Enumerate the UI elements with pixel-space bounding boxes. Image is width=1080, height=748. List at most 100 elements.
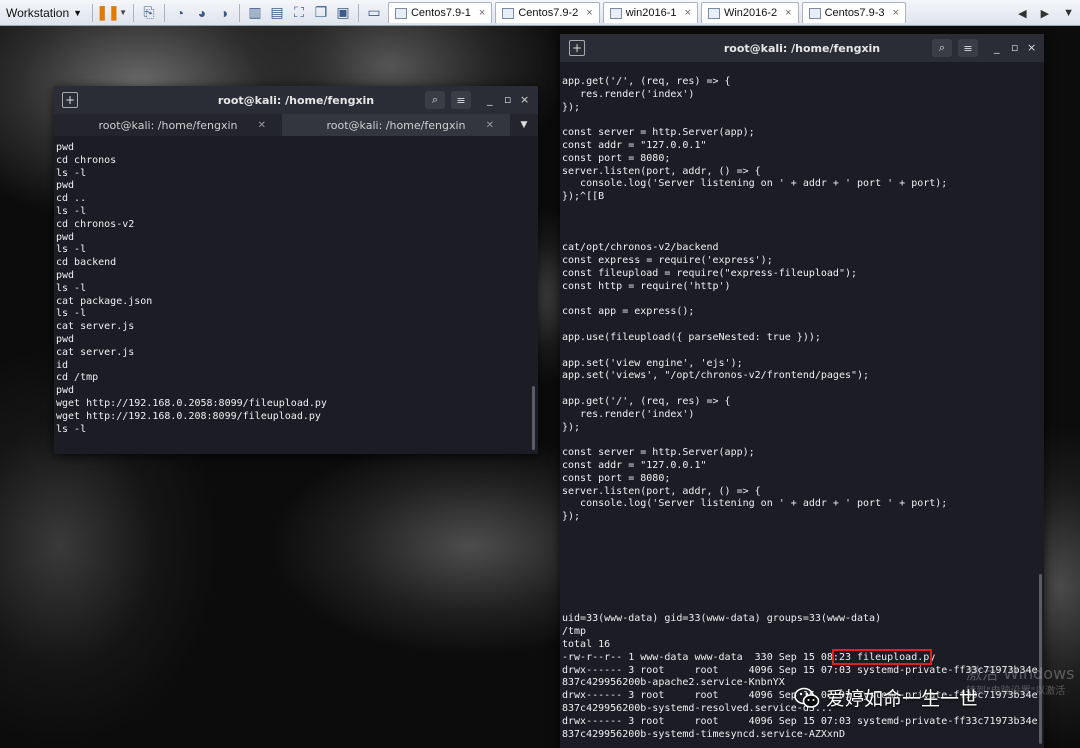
terminal-line: const server = http.Server(app); — [562, 447, 755, 459]
terminal-line: wget http://192.168.0.208:8099/fileuploa… — [56, 410, 321, 422]
close-icon[interactable]: × — [785, 7, 791, 19]
terminal-line: ls -l — [56, 205, 87, 217]
vm-icon — [502, 7, 515, 19]
sidebar-toggle-icon[interactable]: ▥ — [244, 3, 266, 23]
scroll-left-icon[interactable]: ◀ — [1018, 7, 1026, 20]
snapshot-icon[interactable]: ◔ — [169, 3, 191, 23]
wechat-account-name: 爱婷如命一生一世 — [826, 688, 979, 710]
right-terminal-window: + root@kali: /home/fengxin ⌕ ≡ _ ▫ × app… — [560, 34, 1044, 748]
terminal-line: pwd — [56, 333, 75, 345]
tab-terminal-1[interactable]: root@kali: /home/fengxin ✕ — [54, 114, 282, 136]
toolbar-separator — [238, 3, 240, 22]
close-icon[interactable]: × — [1027, 41, 1036, 54]
terminal-line: const express = require('express'); — [562, 255, 773, 267]
tab-terminal-2[interactable]: root@kali: /home/fengxin ✕ — [282, 114, 510, 136]
search-icon[interactable]: ⌕ — [932, 39, 952, 57]
terminal-line: app.set('views', "/opt/chronos-v2/fronte… — [562, 370, 870, 382]
send-keys-icon[interactable]: ⎘ — [138, 3, 160, 23]
vm-icon — [394, 7, 407, 19]
vm-tab-centos7-9-1[interactable]: Centos7.9-1 × — [387, 2, 493, 23]
scrollbar[interactable] — [532, 386, 535, 450]
wechat-icon — [794, 687, 820, 708]
terminal-line: id — [56, 359, 69, 371]
tab-navigation: ◀ ▶ ▼ — [1018, 0, 1074, 26]
terminal-output[interactable]: pwd cd chronos ls -l pwd cd .. ls -l cd chrono… — [56, 142, 532, 450]
vm-tab-label: Centos7.9-3 — [824, 7, 885, 19]
terminal-line: cd chronos — [56, 154, 117, 166]
terminal-line: app.use(fileupload({ parseNested: true }… — [562, 331, 821, 343]
terminal-line: console.log('Server listening on ' + add… — [562, 498, 948, 510]
new-tab-icon[interactable]: + — [569, 40, 585, 56]
vm-tab-centos7-9-2[interactable]: Centos7.9-2 × — [495, 2, 600, 23]
vm-tab-centos7-9-3[interactable]: Centos7.9-3 × — [801, 2, 906, 23]
terminal-line: });^[[B — [562, 191, 605, 203]
terminal-line: wget http://192.168.0.2058:8099/fileuplo… — [56, 397, 327, 409]
terminal-line: cd backend — [56, 257, 117, 269]
left-terminal-titlebar[interactable]: + root@kali: /home/fengxin ⌕ ≡ _ ▫ × — [54, 86, 538, 114]
terminal-line: cat server.js — [56, 346, 135, 358]
maximize-icon[interactable]: ▫ — [504, 93, 511, 106]
close-icon[interactable]: × — [893, 7, 899, 19]
thumbnail-bar-icon[interactable]: ▤ — [266, 3, 288, 23]
wechat-watermark: 爱婷如命一生一世 — [794, 684, 978, 711]
right-terminal-titlebar[interactable]: + root@kali: /home/fengxin ⌕ ≡ _ ▫ × — [560, 34, 1044, 62]
revert-snapshot-icon[interactable]: ◕ — [191, 3, 213, 23]
windows-activation-hint: 转到"电脑设置"以激活 — [966, 686, 1066, 697]
vm-tab-win2016-1[interactable]: win2016-1 × — [602, 2, 698, 23]
terminal-tab-bar: root@kali: /home/fengxin ✕ root@kali: /h… — [54, 114, 538, 136]
console-view-icon[interactable]: ▣ — [332, 3, 354, 23]
terminal-line: ls -l — [56, 282, 87, 294]
close-icon[interactable]: × — [685, 7, 691, 19]
new-tab-icon[interactable]: + — [62, 92, 78, 108]
tab-dropdown-icon[interactable]: ▼ — [510, 114, 538, 136]
terminal-line: const http = require('http') — [562, 280, 731, 292]
terminal-line: console.log('Server listening on ' + add… — [562, 178, 948, 190]
tab-list-chevron-icon[interactable]: ▼ — [1063, 7, 1074, 19]
search-icon[interactable]: ⌕ — [425, 91, 445, 109]
vm-tab-label: Centos7.9-2 — [518, 7, 579, 19]
minimize-icon[interactable]: _ — [994, 41, 1000, 54]
unity-icon[interactable]: ❐ — [310, 3, 332, 23]
workstation-menu[interactable]: Workstation ▼ — [0, 0, 88, 25]
terminal-line: const fileupload = require("express-file… — [562, 267, 858, 279]
close-icon[interactable]: ✕ — [486, 120, 494, 131]
close-icon[interactable]: ✕ — [258, 120, 266, 131]
workstation-menu-label: Workstation — [6, 5, 70, 20]
terminal-line: server.listen(port, addr, () => { — [562, 485, 761, 497]
terminal-line: app.set('view engine', 'ejs'); — [562, 357, 743, 369]
chevron-down-icon[interactable]: ▼ — [119, 8, 127, 17]
vm-tab-win2016-2[interactable]: Win2016-2 × — [700, 2, 799, 23]
close-icon[interactable]: × — [520, 93, 529, 106]
scrollbar[interactable] — [1039, 574, 1042, 744]
chevron-down-icon: ▼ — [73, 7, 83, 18]
menu-icon[interactable]: ≡ — [958, 39, 978, 57]
close-icon[interactable]: × — [586, 7, 592, 19]
terminal-line: cd /tmp — [56, 372, 99, 384]
menu-icon[interactable]: ≡ — [451, 91, 471, 109]
home-tab-icon[interactable]: ▭ — [363, 3, 385, 23]
terminal-line: res.render('index') — [562, 408, 695, 420]
scroll-right-icon[interactable]: ▶ — [1041, 7, 1049, 20]
pause-icon[interactable]: ❚❚ — [96, 3, 119, 23]
terminal-line: cat server.js — [56, 321, 135, 333]
terminal-line: const server = http.Server(app); — [562, 127, 755, 139]
minimize-icon[interactable]: _ — [487, 93, 493, 106]
terminal-line: pwd — [56, 180, 75, 192]
snapshot-manager-icon[interactable]: ◑ — [213, 3, 235, 23]
maximize-icon[interactable]: ▫ — [1011, 41, 1018, 54]
terminal-line: const addr = "127.0.0.1" — [562, 459, 707, 471]
full-screen-icon[interactable]: ⛶ — [288, 3, 310, 23]
close-icon[interactable]: × — [479, 7, 485, 19]
terminal-line: pwd — [56, 231, 75, 243]
terminal-output[interactable]: app.get('/', (req, res) => { res.render(… — [562, 76, 1038, 748]
terminal-line: ls -l — [56, 308, 87, 320]
vm-tab-label: Win2016-2 — [723, 7, 778, 19]
